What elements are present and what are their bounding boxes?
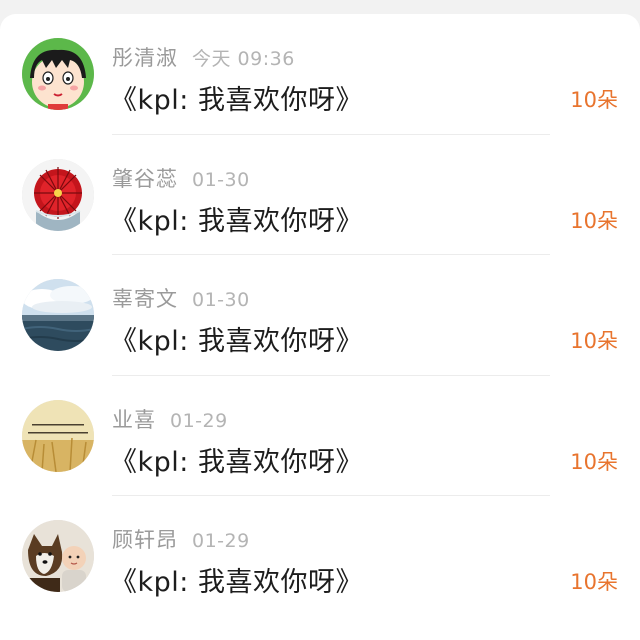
cartoon-girl-avatar[interactable]	[22, 38, 94, 110]
sender-name: 辜寄文 01-30	[112, 283, 250, 313]
send-time: 01-29	[192, 530, 250, 552]
list-item[interactable]: 肇谷蕊 01-30 《kpl: 我喜欢你呀》 10朵	[0, 135, 640, 255]
sender-name-text: 顾轩昂	[112, 528, 178, 552]
gift-amount: 10朵	[570, 329, 618, 353]
list-item[interactable]: 辜寄文 01-30 《kpl: 我喜欢你呀》 10朵	[0, 255, 640, 376]
list-item[interactable]: 彤清淑 今天 09:36 《kpl: 我喜欢你呀》 10朵	[0, 14, 640, 135]
gift-amount: 10朵	[570, 88, 618, 112]
gift-list-card: 彤清淑 今天 09:36 《kpl: 我喜欢你呀》 10朵 肇谷蕊 01-30 …	[0, 14, 640, 640]
gift-title: 《kpl: 我喜欢你呀》	[110, 567, 363, 598]
gift-list: 彤清淑 今天 09:36 《kpl: 我喜欢你呀》 10朵 肇谷蕊 01-30 …	[0, 14, 640, 617]
gift-title: 《kpl: 我喜欢你呀》	[110, 85, 363, 116]
sender-name-text: 彤清淑	[112, 46, 178, 70]
gift-amount: 10朵	[570, 208, 618, 233]
wheat-field-quote-avatar[interactable]	[22, 399, 94, 472]
gift-amount: 10朵	[570, 449, 618, 474]
sender-name: 顾轩昂 01-29	[112, 524, 250, 554]
sender-name: 彤清淑 今天 09:36	[112, 42, 295, 72]
gift-title: 《kpl: 我喜欢你呀》	[110, 326, 363, 357]
gift-title: 《kpl: 我喜欢你呀》	[110, 205, 363, 237]
list-item[interactable]: 顾轩昂 01-29 《kpl: 我喜欢你呀》 10朵	[0, 496, 640, 617]
sender-name-text: 肇谷蕊	[112, 166, 178, 191]
gift-amount: 10朵	[570, 570, 618, 594]
send-time: 今天 09:36	[192, 48, 295, 70]
send-time: 01-30	[192, 289, 250, 311]
send-time: 01-30	[192, 168, 250, 191]
sender-name: 肇谷蕊 01-30	[112, 163, 250, 193]
sender-name-text: 辜寄文	[112, 287, 178, 311]
list-item[interactable]: 业喜 01-29 《kpl: 我喜欢你呀》 10朵	[0, 376, 640, 496]
sender-name: 业喜 01-29	[112, 404, 228, 434]
gift-title: 《kpl: 我喜欢你呀》	[110, 446, 363, 478]
sea-sky-avatar[interactable]	[22, 279, 94, 351]
dog-and-baby-avatar[interactable]	[22, 520, 94, 592]
gift-record-page: 彤清淑 今天 09:36 《kpl: 我喜欢你呀》 10朵 肇谷蕊 01-30 …	[0, 0, 640, 640]
sender-name-text: 业喜	[112, 407, 156, 432]
red-cactus-avatar[interactable]	[22, 158, 94, 231]
send-time: 01-29	[170, 409, 228, 432]
